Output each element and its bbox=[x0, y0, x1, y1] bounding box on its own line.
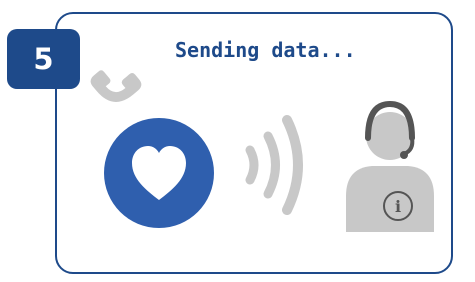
signal-waves-icon bbox=[245, 115, 303, 215]
support-agent-icon bbox=[346, 100, 434, 232]
phone-icon bbox=[90, 70, 142, 102]
heart-icon bbox=[104, 118, 214, 228]
info-glyph: i bbox=[395, 197, 401, 216]
illustration: i bbox=[90, 70, 434, 232]
